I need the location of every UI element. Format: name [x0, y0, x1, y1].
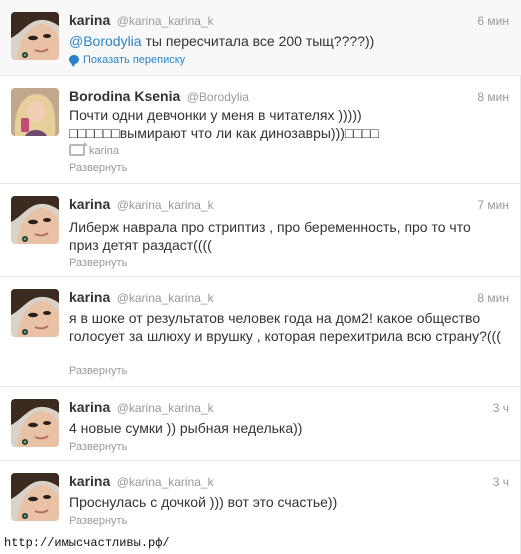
tweet-author-name[interactable]: karina	[69, 289, 110, 305]
tweet-header: karina @karina_karina_k 3 ч	[69, 399, 509, 417]
tweet-item[interactable]: karina @karina_karina_k 7 мин Либерж нав…	[0, 184, 521, 277]
tweet-timestamp[interactable]: 3 ч	[493, 475, 509, 489]
karina-avatar-icon	[11, 289, 59, 337]
tweet-author-name[interactable]: karina	[69, 196, 110, 212]
tweet-author-name[interactable]: karina	[69, 12, 110, 28]
conversation-icon	[69, 55, 79, 67]
avatar[interactable]	[11, 399, 59, 447]
borodina-avatar-icon	[11, 88, 59, 136]
tweet-timestamp[interactable]: 6 мин	[477, 14, 509, 28]
tweet-author-handle[interactable]: @karina_karina_k	[117, 475, 214, 489]
tweet-header: karina @karina_karina_k 3 ч	[69, 473, 509, 491]
show-conversation-link[interactable]: Показать переписку	[69, 54, 186, 67]
tweet-author-handle[interactable]: @karina_karina_k	[117, 14, 214, 28]
expand-link[interactable]: Развернуть	[69, 515, 127, 527]
expand-link[interactable]: Развернуть	[69, 365, 127, 377]
tweet-item[interactable]: Borodina Ksenia @Borodylia 8 мин Почти о…	[0, 76, 521, 184]
tweet-text: Проснулась с дочкой ))) вот это счастье)…	[69, 494, 338, 510]
karina-avatar-icon	[11, 196, 59, 244]
tweet-text: Почти одни девчонки у меня в читателях )…	[69, 107, 379, 141]
tweet-item[interactable]: karina @karina_karina_k 6 мин @Borodylia…	[0, 0, 521, 76]
tweet-author-name[interactable]: Borodina Ksenia	[69, 88, 180, 104]
tweet-header: Borodina Ksenia @Borodylia 8 мин	[69, 88, 509, 106]
tweet-text: я в шоке от результатов человек года на …	[69, 310, 501, 344]
tweet-header: karina @karina_karina_k 8 мин	[69, 289, 509, 307]
tweet-author-handle[interactable]: @Borodylia	[187, 90, 249, 104]
show-conversation-label: Показать переписку	[83, 54, 186, 66]
tweet-item[interactable]: karina @karina_karina_k 8 мин я в шоке о…	[0, 277, 521, 387]
tweet-timestamp[interactable]: 3 ч	[493, 401, 509, 415]
avatar[interactable]	[11, 473, 59, 521]
tweet-timestamp[interactable]: 8 мин	[477, 291, 509, 305]
tweet-author-name[interactable]: karina	[69, 473, 110, 489]
retweeted-by[interactable]: karina	[69, 142, 119, 157]
tweet-timestamp[interactable]: 8 мин	[477, 90, 509, 104]
tweet-author-handle[interactable]: @karina_karina_k	[117, 198, 214, 212]
tweet-timeline: karina @karina_karina_k 6 мин @Borodylia…	[0, 0, 521, 554]
tweet-header: karina @karina_karina_k 7 мин	[69, 196, 509, 214]
karina-avatar-icon	[11, 473, 59, 521]
retweeted-by-label: karina	[89, 145, 119, 157]
avatar[interactable]	[11, 12, 59, 60]
tweet-text: Либерж наврала про стриптиз , про береме…	[69, 219, 471, 253]
retweet-icon	[69, 142, 88, 156]
avatar[interactable]	[11, 196, 59, 244]
expand-link[interactable]: Развернуть	[69, 441, 127, 453]
tweet-text: 4 новые сумки )) рыбная неделька))	[69, 420, 303, 436]
tweet-author-name[interactable]: karina	[69, 399, 110, 415]
tweet-text: @Borodylia ты пересчитала все 200 тыщ???…	[69, 32, 501, 50]
avatar[interactable]	[11, 88, 59, 136]
mention-link[interactable]: @Borodylia	[69, 33, 142, 49]
karina-avatar-icon	[11, 399, 59, 447]
tweet-text-body: ты пересчитала все 200 тыщ????))	[141, 33, 375, 49]
tweet-author-handle[interactable]: @karina_karina_k	[117, 401, 214, 415]
expand-link[interactable]: Развернуть	[69, 257, 127, 269]
avatar[interactable]	[11, 289, 59, 337]
tweet-header: karina @karina_karina_k 6 мин	[69, 12, 509, 30]
karina-avatar-icon	[11, 12, 59, 60]
watermark-url: http://имысчастливы.рф/	[4, 536, 170, 550]
tweet-timestamp[interactable]: 7 мин	[477, 198, 509, 212]
expand-link[interactable]: Развернуть	[69, 162, 127, 174]
tweet-author-handle[interactable]: @karina_karina_k	[117, 291, 214, 305]
tweet-item[interactable]: karina @karina_karina_k 3 ч 4 новые сумк…	[0, 387, 521, 461]
